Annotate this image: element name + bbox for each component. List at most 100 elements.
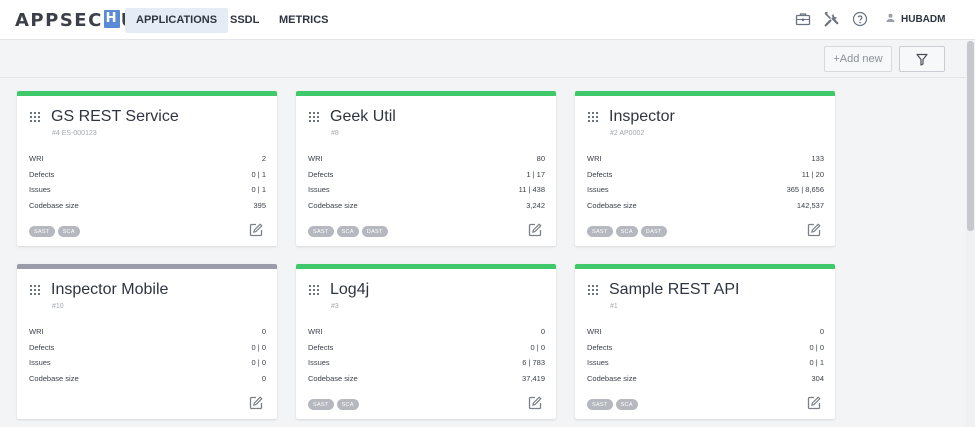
card-id: #3 [331, 303, 339, 310]
metric-label: Issues [29, 358, 51, 368]
briefcase-icon[interactable] [794, 11, 812, 29]
metric-value: 304 [811, 374, 824, 384]
drag-handle-icon[interactable] [30, 112, 40, 124]
card-title[interactable]: Geek Util [330, 108, 396, 126]
metric-issues: Issues 0 | 1 [29, 185, 266, 201]
metric-label: Issues [308, 358, 330, 368]
drag-handle-icon[interactable] [588, 285, 598, 297]
metric-issues: Issues 365 | 8,656 [587, 185, 824, 201]
user-menu[interactable]: HUBADM [886, 13, 945, 25]
metric-wri: WRI 80 [308, 154, 545, 170]
metric-value: 11 | 438 [518, 185, 545, 195]
metric-value: 0 | 1 [251, 185, 266, 195]
metric-value: 0 [819, 327, 824, 336]
tools-icon[interactable] [822, 11, 840, 29]
top-nav-bar: APPSECHUB APPLICATIONS SSDL METRICS HUBA… [0, 0, 975, 40]
metric-codebase: Codebase size 0 [29, 374, 266, 390]
metric-label: WRI [587, 327, 602, 336]
metric-value: 133 [811, 154, 824, 163]
tab-ssdl[interactable]: SSDL [219, 8, 270, 33]
metric-codebase: Codebase size 304 [587, 374, 824, 390]
card-tags: SAST SCA DAST [308, 226, 388, 237]
metric-label: WRI [29, 154, 44, 163]
tab-applications[interactable]: APPLICATIONS [125, 8, 229, 33]
tab-metrics[interactable]: METRICS [268, 8, 340, 33]
metric-label: Codebase size [587, 201, 637, 211]
metric-label: Codebase size [308, 201, 358, 211]
card-id: #2 AP0002 [610, 130, 645, 137]
application-card[interactable]: Inspector #2 AP0002 WRI 133 Defects 11 | 20 Is… [575, 91, 835, 246]
metric-label: Defects [308, 169, 334, 179]
edit-icon[interactable] [807, 223, 821, 237]
drag-handle-icon[interactable] [309, 112, 319, 124]
metric-codebase: Codebase size 395 [29, 201, 266, 217]
filter-icon [916, 53, 928, 66]
metric-label: WRI [308, 154, 323, 163]
metric-value: 365 | 8,656 [786, 185, 824, 195]
metric-value: 0 | 1 [809, 358, 824, 368]
metric-label: Defects [587, 342, 613, 352]
metric-label: Defects [29, 169, 55, 179]
scan-tag: SAST [308, 226, 334, 237]
metric-wri: WRI 0 [587, 327, 824, 343]
metric-value: 0 | 1 [251, 169, 266, 179]
metric-label: Defects [29, 342, 55, 352]
application-card[interactable]: Sample REST API #1 WRI 0 Defects 0 | 0 Issues 0… [575, 264, 835, 419]
drag-handle-icon[interactable] [30, 285, 40, 297]
scrollbar[interactable] [966, 41, 975, 427]
scan-tag: SAST [308, 399, 334, 410]
user-icon [886, 13, 895, 25]
scan-tag: SCA [615, 399, 638, 410]
metric-value: 11 | 20 [801, 169, 824, 179]
help-icon[interactable] [851, 11, 869, 29]
metric-issues: Issues 0 | 0 [29, 358, 266, 374]
edit-icon[interactable] [249, 396, 263, 410]
metric-label: Issues [308, 185, 330, 195]
edit-icon[interactable] [528, 396, 542, 410]
logo-text-left: APPSEC [15, 10, 103, 31]
metric-defects: Defects 0 | 0 [587, 343, 824, 359]
metric-value: 0 [540, 327, 545, 336]
edit-icon[interactable] [807, 396, 821, 410]
card-metrics: WRI 0 Defects 0 | 0 Issues 0 | 1 Codebase size… [587, 327, 824, 390]
scan-tag: SCA [336, 226, 359, 237]
edit-icon[interactable] [528, 223, 542, 237]
scrollbar-thumb[interactable] [967, 41, 974, 231]
card-id: #4 ES-000123 [52, 130, 97, 137]
card-title[interactable]: Inspector [609, 108, 675, 126]
card-tags: SAST SCA [587, 399, 638, 410]
metric-value: 3,242 [526, 201, 545, 211]
metric-label: WRI [29, 327, 44, 336]
scan-tag: SCA [615, 226, 638, 237]
drag-handle-icon[interactable] [588, 112, 598, 124]
metric-wri: WRI 0 [308, 327, 545, 343]
metric-defects: Defects 0 | 0 [308, 343, 545, 359]
metric-value: 0 [261, 374, 266, 384]
card-tags: SAST SCA DAST [587, 226, 667, 237]
add-new-button[interactable]: +Add new [824, 46, 892, 72]
metric-label: Issues [587, 358, 609, 368]
metric-value: 0 [261, 327, 266, 336]
card-title[interactable]: GS REST Service [51, 108, 179, 126]
metric-defects: Defects 0 | 1 [29, 170, 266, 186]
metric-label: Codebase size [29, 201, 79, 211]
filter-button[interactable] [899, 46, 945, 72]
application-card[interactable]: Log4j #3 WRI 0 Defects 0 | 0 Issues 6 | 783 Code… [296, 264, 556, 419]
metric-codebase: Codebase size 3,242 [308, 201, 545, 217]
scan-tag: SAST [587, 226, 613, 237]
card-title[interactable]: Inspector Mobile [51, 281, 168, 299]
card-title[interactable]: Log4j [330, 281, 369, 299]
edit-icon[interactable] [249, 223, 263, 237]
card-metrics: WRI 133 Defects 11 | 20 Issues 365 | 8,656 Cod… [587, 154, 824, 217]
metric-wri: WRI 0 [29, 327, 266, 343]
metric-label: WRI [587, 154, 602, 163]
drag-handle-icon[interactable] [309, 285, 319, 297]
toolbar: +Add new [0, 41, 966, 78]
metric-value: 37,419 [522, 374, 545, 384]
application-card[interactable]: Geek Util #8 WRI 80 Defects 1 | 17 Issues 11 | … [296, 91, 556, 246]
card-title[interactable]: Sample REST API [609, 281, 739, 299]
application-card[interactable]: Inspector Mobile #10 WRI 0 Defects 0 | 0 Issue… [17, 264, 277, 419]
application-card[interactable]: GS REST Service #4 ES-000123 WRI 2 Defects 0 … [17, 91, 277, 246]
metric-defects: Defects 1 | 17 [308, 170, 545, 186]
metric-issues: Issues 11 | 438 [308, 185, 545, 201]
